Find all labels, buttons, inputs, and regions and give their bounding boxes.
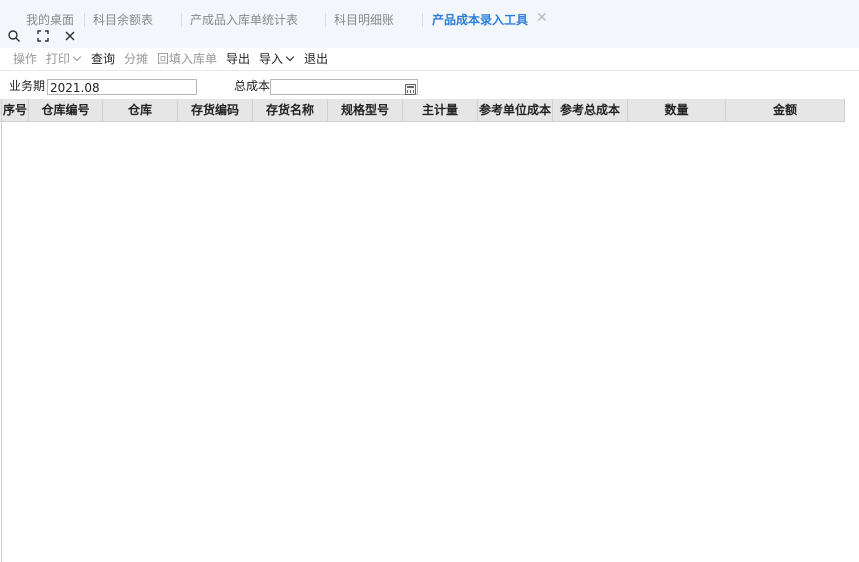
allocate-button[interactable]: 分摊 [124, 51, 148, 67]
tab-separator [181, 13, 182, 27]
chevron-down-icon [72, 52, 82, 62]
col-warehouse[interactable]: 仓库 [103, 99, 178, 121]
col-ref-total-cost[interactable]: 参考总成本 [553, 99, 628, 121]
chevron-down-icon [285, 52, 295, 62]
filter-form: 业务期 2021.08 总成本 [0, 72, 859, 98]
col-spec[interactable]: 规格型号 [328, 99, 403, 121]
query-button[interactable]: 查询 [91, 51, 115, 67]
tab-account-balance[interactable]: 科目余额表 [93, 11, 153, 29]
fullscreen-icon[interactable] [36, 29, 50, 43]
toolbar: 操作 打印 查询 分摊 回填入库单 导出 导入 退出 [0, 48, 859, 71]
period-label: 业务期 [9, 79, 46, 93]
import-button[interactable]: 导入 [259, 51, 295, 67]
col-item-code[interactable]: 存货编码 [178, 99, 253, 121]
grid-left-border [1, 99, 2, 562]
col-warehouse-code[interactable]: 仓库编号 [29, 99, 103, 121]
tab-separator [325, 13, 326, 27]
grid-body[interactable] [0, 122, 845, 562]
col-unit[interactable]: 主计量 [403, 99, 478, 121]
tab-my-desktop[interactable]: 我的桌面 [26, 11, 74, 29]
print-button[interactable]: 打印 [46, 51, 82, 67]
col-amount[interactable]: 金额 [726, 99, 845, 121]
operate-button[interactable]: 操作 [13, 51, 37, 67]
exit-button[interactable]: 退出 [304, 51, 328, 67]
col-quantity[interactable]: 数量 [628, 99, 726, 121]
grid-header: 序号 仓库编号 仓库 存货编码 存货名称 规格型号 主计量 参考单位成本 参考总… [0, 99, 845, 122]
tab-finished-goods-stats[interactable]: 产成品入库单统计表 [190, 11, 298, 29]
data-grid: 序号 仓库编号 仓库 存货编码 存货名称 规格型号 主计量 参考单位成本 参考总… [0, 99, 859, 562]
col-item-name[interactable]: 存货名称 [253, 99, 328, 121]
tab-separator [422, 13, 423, 27]
col-ref-unit-cost[interactable]: 参考单位成本 [478, 99, 553, 121]
tab-account-detail[interactable]: 科目明细账 [334, 11, 394, 29]
import-label: 导入 [259, 52, 284, 66]
print-label: 打印 [46, 52, 71, 66]
close-icon[interactable] [63, 29, 77, 43]
total-cost-input[interactable] [270, 79, 418, 95]
close-tab-icon[interactable]: ✕ [536, 11, 549, 25]
search-icon[interactable] [7, 29, 21, 43]
col-index[interactable]: 序号 [2, 99, 29, 121]
export-button[interactable]: 导出 [226, 51, 250, 67]
total-cost-label: 总成本 [234, 79, 271, 93]
period-input[interactable]: 2021.08 [47, 79, 197, 95]
tab-product-cost-entry[interactable]: 产品成本录入工具 [432, 11, 528, 29]
tab-bar: 我的桌面 科目余额表 产成品入库单统计表 科目明细账 产品成本录入工具 ✕ [0, 0, 859, 49]
tab-separator [84, 13, 85, 27]
calculator-icon[interactable] [405, 84, 416, 95]
backfill-receipt-button[interactable]: 回填入库单 [157, 51, 217, 67]
